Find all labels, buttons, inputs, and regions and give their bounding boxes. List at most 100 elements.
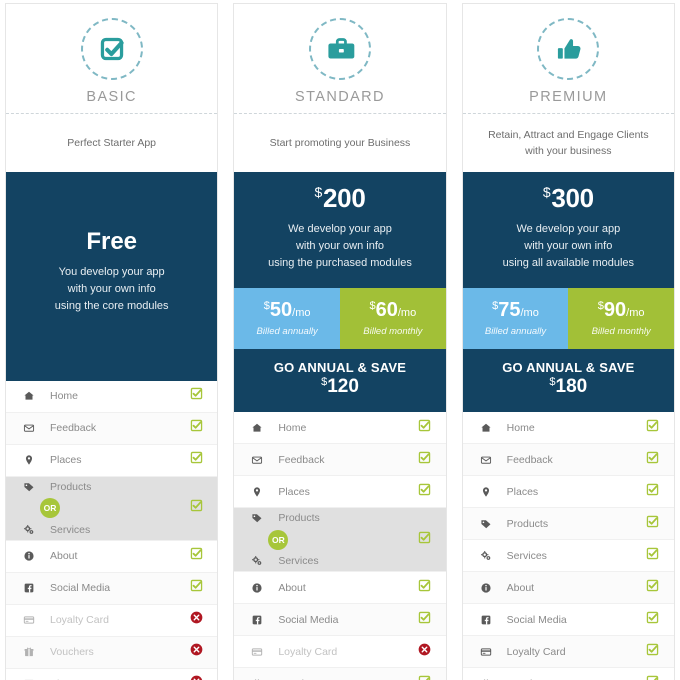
plan-header: STANDARD (234, 4, 446, 114)
per-month-label: /mo (292, 307, 311, 320)
feature-row[interactable]: Loyalty Card (234, 636, 446, 669)
price-block: Free You develop your app with your own in… (6, 172, 218, 381)
monthly-billing-note: Billed monthly (591, 326, 651, 338)
feature-label: Social Media (278, 613, 339, 626)
go-annual-save-banner[interactable]: GO ANNUAL & SAVE $120 (234, 349, 446, 413)
feature-label: Loyalty Card (50, 614, 109, 627)
feature-row[interactable]: Places (462, 476, 674, 509)
feature-state (187, 451, 205, 469)
feature-row[interactable]: Vouchers (234, 668, 446, 680)
feature-row[interactable]: Products (18, 476, 187, 497)
feature-label: Products (50, 480, 92, 493)
feature-row[interactable]: About (462, 572, 674, 605)
feature-row[interactable]: Feedback (462, 444, 674, 477)
monthly-billing-note: Billed monthly (363, 326, 423, 338)
info-icon (475, 582, 497, 594)
plan-badge (80, 18, 143, 80)
price-free-label: Free (86, 228, 138, 255)
home-icon (18, 390, 40, 402)
feature-state (644, 515, 662, 533)
feature-group-products-services[interactable]: Products OR Services (6, 476, 218, 541)
info-icon (18, 550, 40, 562)
check-icon (190, 547, 203, 565)
cross-icon (418, 643, 431, 661)
feature-label: Vouchers (50, 646, 94, 659)
price-value: 200 (323, 183, 366, 213)
feature-group-body: Products OR Services (18, 476, 187, 540)
feature-label: Home (50, 390, 79, 403)
feature-row[interactable]: Services (246, 551, 415, 572)
per-month-label: /mo (520, 307, 539, 320)
price-description: You develop your app with your own info us… (54, 265, 169, 312)
feature-row[interactable]: Home (462, 412, 674, 445)
feature-state (187, 547, 205, 565)
plan-header: PREMIUM (462, 4, 674, 114)
feature-label: Loyalty Card (278, 645, 338, 658)
feature-label: Social Media (506, 613, 567, 626)
feature-label: About (278, 581, 306, 594)
thumbs-up-icon (553, 34, 583, 64)
feature-row[interactable]: Home (6, 380, 218, 413)
feature-row[interactable]: Feedback (6, 412, 218, 445)
check-icon (646, 419, 659, 437)
feature-row[interactable]: Vouchers (6, 636, 218, 669)
feature-state (644, 675, 662, 680)
monthly-price: $60/mo (346, 299, 440, 321)
save-amount-value: 180 (555, 376, 588, 398)
cross-icon (190, 611, 203, 629)
feature-row[interactable]: Social Media (462, 604, 674, 637)
feature-label: Places (506, 485, 539, 498)
facebook-icon (18, 582, 40, 594)
feature-row[interactable]: Vouchers (462, 668, 674, 680)
price-amount: $200 (244, 183, 435, 214)
feature-row[interactable]: Loyalty Card (6, 604, 218, 637)
feature-row[interactable]: Social Media (234, 604, 446, 637)
feature-state (416, 483, 434, 501)
feature-row[interactable]: Home (234, 412, 446, 445)
home-icon (246, 422, 268, 434)
feature-group-body: Products OR Services (246, 508, 415, 572)
feature-group-products-services[interactable]: Products OR Services (234, 508, 446, 573)
feature-label: Home (506, 421, 535, 434)
per-month-label: /mo (397, 307, 417, 320)
feature-row[interactable]: Services (462, 540, 674, 573)
plan-tagline: Start promoting your Business (234, 114, 446, 172)
monthly-price-tile[interactable]: $90/mo Billed monthly (568, 288, 674, 350)
feature-state (644, 483, 662, 501)
plan-badge (537, 18, 600, 80)
feature-row[interactable]: Products (246, 508, 415, 529)
go-annual-save-banner[interactable]: GO ANNUAL & SAVE $180 (462, 349, 674, 413)
feature-row[interactable]: Social Media (6, 572, 218, 605)
envelope-icon (475, 454, 497, 466)
cross-icon (190, 675, 203, 680)
save-amount: $180 (471, 376, 666, 398)
monthly-price-tile[interactable]: $60/mo Billed monthly (340, 288, 446, 350)
plan-tagline: Retain, Attract and Engage Clients with … (462, 114, 674, 172)
feature-row[interactable]: About (6, 540, 218, 573)
check-icon (190, 579, 203, 597)
save-label: GO ANNUAL & SAVE (502, 360, 635, 376)
feature-row[interactable]: Services (18, 519, 187, 540)
check-icon (418, 611, 431, 629)
feature-label: Places (278, 485, 310, 498)
check-icon (190, 451, 203, 469)
feature-row[interactable]: Products (462, 508, 674, 541)
cross-icon (190, 643, 203, 661)
feature-row[interactable]: About (234, 572, 446, 605)
plan-name: STANDARD (295, 89, 385, 105)
annual-price-tile[interactable]: $50/mo Billed annually (234, 288, 340, 350)
plan-card-premium: PREMIUM Retain, Attract and Engage Client… (461, 3, 675, 680)
feature-row[interactable]: Photos (6, 668, 218, 680)
feature-row[interactable]: Places (234, 476, 446, 509)
feature-row[interactable]: Feedback (234, 444, 446, 477)
feature-label: Products (506, 517, 549, 530)
feature-state (644, 643, 662, 661)
feature-state (644, 547, 662, 565)
feature-label: Products (278, 512, 320, 525)
feature-row[interactable]: Places (6, 444, 218, 477)
price-main: $300 We develop your app with your own inf… (463, 172, 674, 288)
monthly-price-value: 60 (375, 299, 398, 322)
annual-price-tile[interactable]: $75/mo Billed annually (462, 288, 569, 350)
save-amount: $120 (242, 376, 437, 398)
feature-row[interactable]: Loyalty Card (462, 636, 674, 669)
